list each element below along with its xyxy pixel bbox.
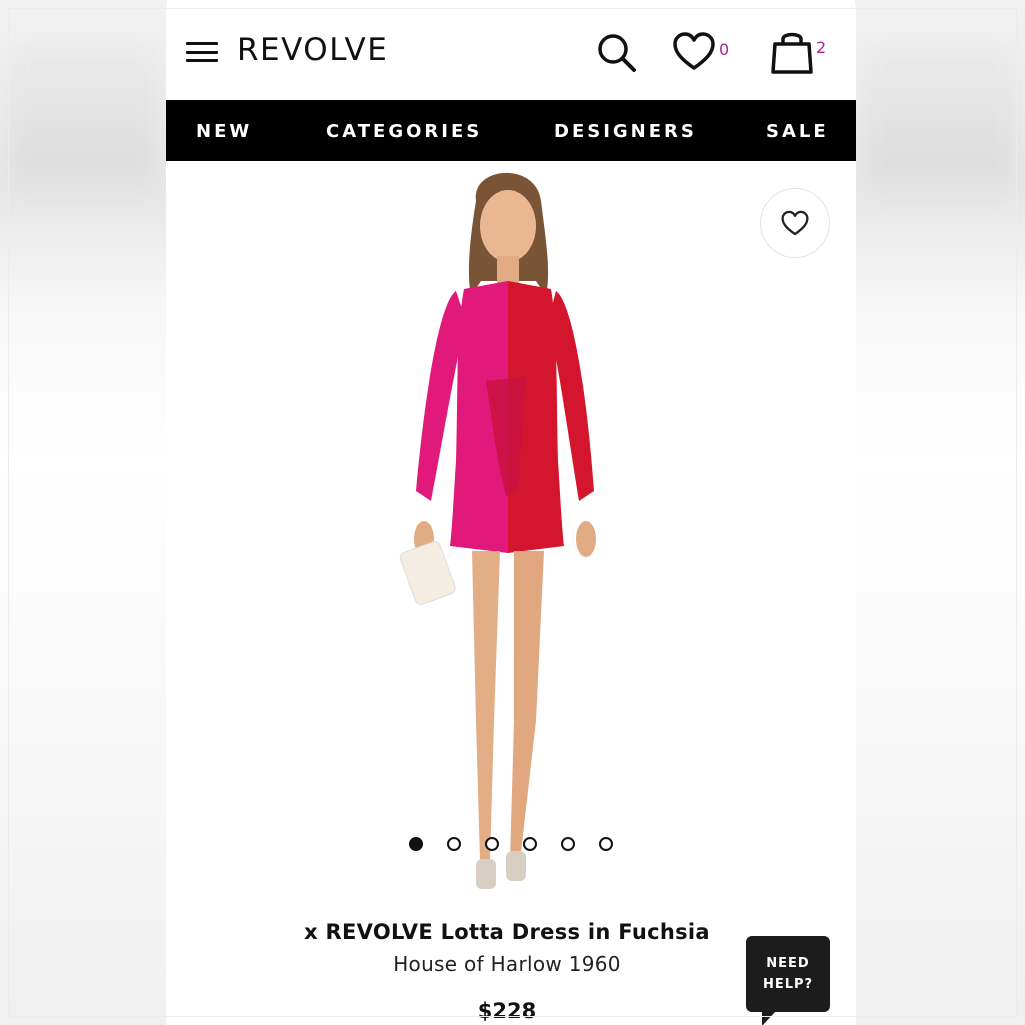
menu-icon[interactable]	[186, 40, 218, 64]
site-header: REVOLVE 0 2	[166, 6, 856, 100]
add-to-wishlist-button[interactable]	[760, 188, 830, 258]
search-button[interactable]	[594, 30, 640, 76]
help-line-1: NEED	[766, 956, 810, 971]
carousel-dot-3[interactable]	[485, 837, 499, 851]
shopping-bag-button[interactable]: 2	[769, 28, 831, 78]
left-background-panel	[0, 0, 167, 1025]
wishlist-button[interactable]: 0	[671, 30, 731, 76]
main-navigation: NEW CATEGORIES DESIGNERS SALE	[166, 100, 856, 161]
nav-item-new[interactable]: NEW	[196, 121, 252, 142]
product-image-carousel[interactable]	[166, 161, 856, 906]
carousel-dot-1[interactable]	[409, 837, 423, 851]
wishlist-count: 0	[719, 40, 730, 59]
right-background-panel	[855, 0, 1025, 1025]
nav-item-designers[interactable]: DESIGNERS	[554, 121, 697, 142]
brand-logo[interactable]: REVOLVE	[237, 32, 388, 68]
carousel-pagination	[166, 837, 856, 857]
bag-count: 2	[816, 38, 827, 57]
carousel-dot-5[interactable]	[561, 837, 575, 851]
help-line-2: HELP?	[762, 977, 814, 992]
search-icon	[598, 34, 636, 72]
shopping-bag-icon	[771, 32, 813, 74]
carousel-dot-6[interactable]	[599, 837, 613, 851]
nav-item-sale[interactable]: SALE	[766, 121, 829, 142]
carousel-dot-4[interactable]	[523, 837, 537, 851]
need-help-button[interactable]: NEED HELP?	[746, 936, 830, 1025]
nav-item-categories[interactable]: CATEGORIES	[326, 121, 482, 142]
heart-icon	[781, 210, 809, 236]
heart-icon	[673, 32, 715, 70]
product-photo-model	[399, 172, 596, 889]
mobile-screen: REVOLVE 0 2 NEW CATEGORIES DESIGNERS SAL…	[166, 6, 856, 1025]
carousel-dot-2[interactable]	[447, 837, 461, 851]
